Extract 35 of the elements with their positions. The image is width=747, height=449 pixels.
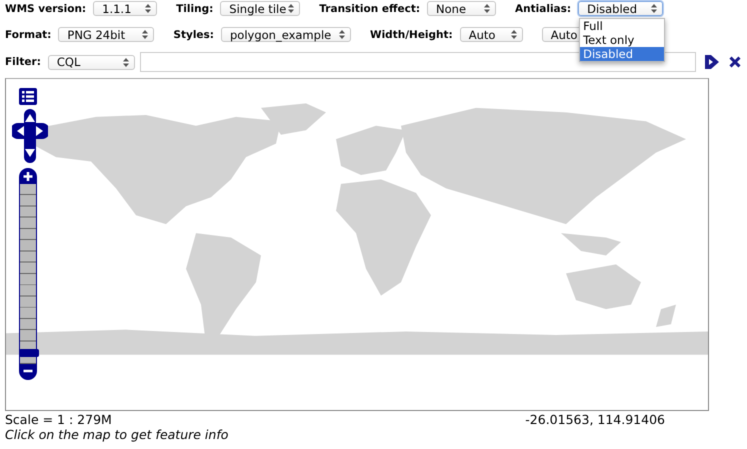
updown-arrows-icon bbox=[339, 30, 345, 39]
field-label: Antialias: bbox=[515, 2, 572, 14]
field-label: Format: bbox=[5, 28, 52, 40]
scale-text: Scale = 1 : 279M bbox=[5, 412, 112, 427]
updown-arrows-icon bbox=[510, 30, 517, 39]
dropdown[interactable]: PNG 24bit bbox=[58, 27, 154, 42]
dropdown[interactable]: polygon_example bbox=[221, 27, 351, 42]
updown-arrows-icon bbox=[651, 4, 658, 13]
dropdown[interactable]: Single tile bbox=[220, 1, 300, 16]
updown-arrows-icon bbox=[122, 58, 129, 66]
close-icon[interactable] bbox=[729, 56, 741, 68]
updown-arrows-icon bbox=[145, 4, 152, 13]
updown-arrows-icon bbox=[288, 4, 294, 13]
zoom-in-icon[interactable] bbox=[19, 168, 37, 184]
menu-option[interactable]: Disabled bbox=[580, 47, 664, 61]
field-label: Filter: bbox=[5, 56, 41, 68]
field-label: Styles: bbox=[173, 28, 214, 40]
hint-text: Click on the map to get feature info bbox=[5, 427, 230, 442]
zoom-slider[interactable] bbox=[19, 184, 37, 364]
dropdown[interactable]: 1.1.1 bbox=[93, 1, 158, 16]
updown-arrows-icon bbox=[142, 30, 148, 39]
coordinates-text: -26.01563, 114.91406 bbox=[525, 412, 665, 427]
updown-arrows-icon bbox=[484, 4, 490, 13]
dropdown[interactable]: None bbox=[427, 1, 496, 16]
field-label: Tiling: bbox=[176, 2, 214, 14]
field-label: WMS version: bbox=[5, 2, 86, 14]
pan-control-icon[interactable] bbox=[12, 109, 48, 163]
dropdown[interactable]: Disabled bbox=[578, 1, 664, 16]
field-label: Transition effect: bbox=[319, 2, 420, 14]
dropdown[interactable]: CQL bbox=[48, 54, 135, 70]
slider-handle[interactable] bbox=[19, 348, 39, 357]
dropdown[interactable]: Auto bbox=[460, 27, 523, 42]
play-icon[interactable] bbox=[704, 54, 720, 70]
field-label: Width/Height: bbox=[370, 28, 453, 40]
list-icon[interactable] bbox=[19, 88, 37, 105]
